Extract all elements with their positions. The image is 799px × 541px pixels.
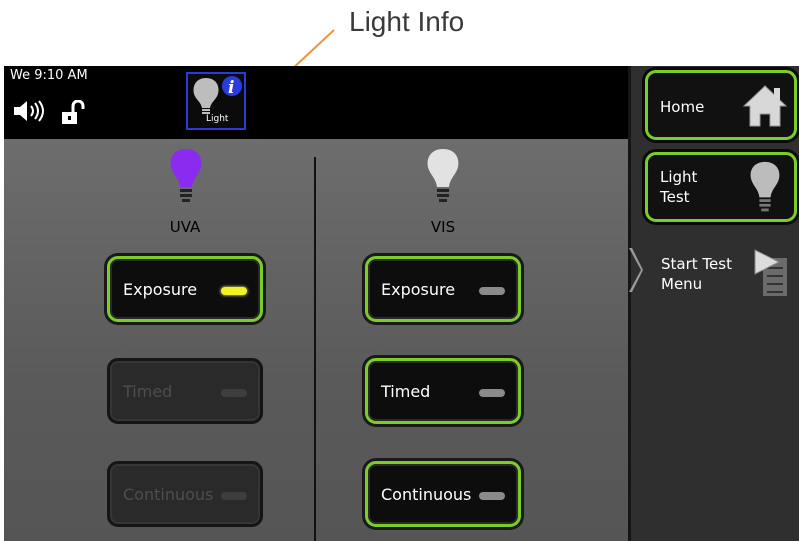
svg-text:i: i [228,78,234,98]
device-screen: We 9:10 AM i Light UVA Exposure Timed Co… [4,66,799,541]
vis-exposure-button[interactable]: Exposure [365,256,521,322]
light-test-label-line1: Light [660,168,698,186]
button-label: Exposure [381,280,456,299]
light-test-button[interactable]: Light Test [645,152,797,222]
vis-continuous-button[interactable]: Continuous [365,461,521,527]
speaker-icon[interactable] [12,100,54,122]
home-icon [742,85,788,127]
uva-lightbulb-icon [170,149,202,202]
light-test-label-line2: Test [660,188,690,206]
start-test-label-line1: Start Test [661,255,732,273]
start-test-menu-button[interactable]: Start Test Menu [629,248,799,310]
home-label: Home [660,98,705,116]
vis-column-label: VIS [430,218,456,236]
led-indicator [221,389,247,397]
start-test-label-line2: Menu [661,275,703,293]
led-indicator [479,492,505,500]
vis-timed-button[interactable]: Timed [365,358,521,424]
led-indicator [221,287,247,295]
uva-timed-button[interactable]: Timed [107,358,263,424]
status-bar: We 9:10 AM i Light [4,66,628,136]
button-label: Continuous [381,485,472,504]
led-indicator [221,492,247,500]
light-control-panel: UVA Exposure Timed Continuous VIS Exposu… [4,139,628,541]
button-label: Timed [381,382,431,401]
unlocked-padlock-icon[interactable] [60,100,86,126]
uva-continuous-button[interactable]: Continuous [107,461,263,527]
button-label: Continuous [123,485,214,504]
led-indicator [479,287,505,295]
lightbulb-icon [750,161,780,212]
light-info-label: Light [206,114,229,124]
selection-chevron-icon [629,248,643,292]
vis-lightbulb-icon [427,149,459,202]
clock: We 9:10 AM [10,68,88,83]
home-button[interactable]: Home [645,70,797,140]
led-indicator [479,389,505,397]
button-label: Exposure [123,280,198,299]
navigation-sidebar: Home Light Test Start Test Menu [628,66,799,541]
uva-column-label: UVA [169,218,201,236]
column-divider [314,157,316,541]
button-label: Timed [123,382,173,401]
uva-exposure-button[interactable]: Exposure [107,256,263,322]
light-info-button[interactable]: i Light [186,72,246,130]
menu-flag-icon [754,249,787,296]
